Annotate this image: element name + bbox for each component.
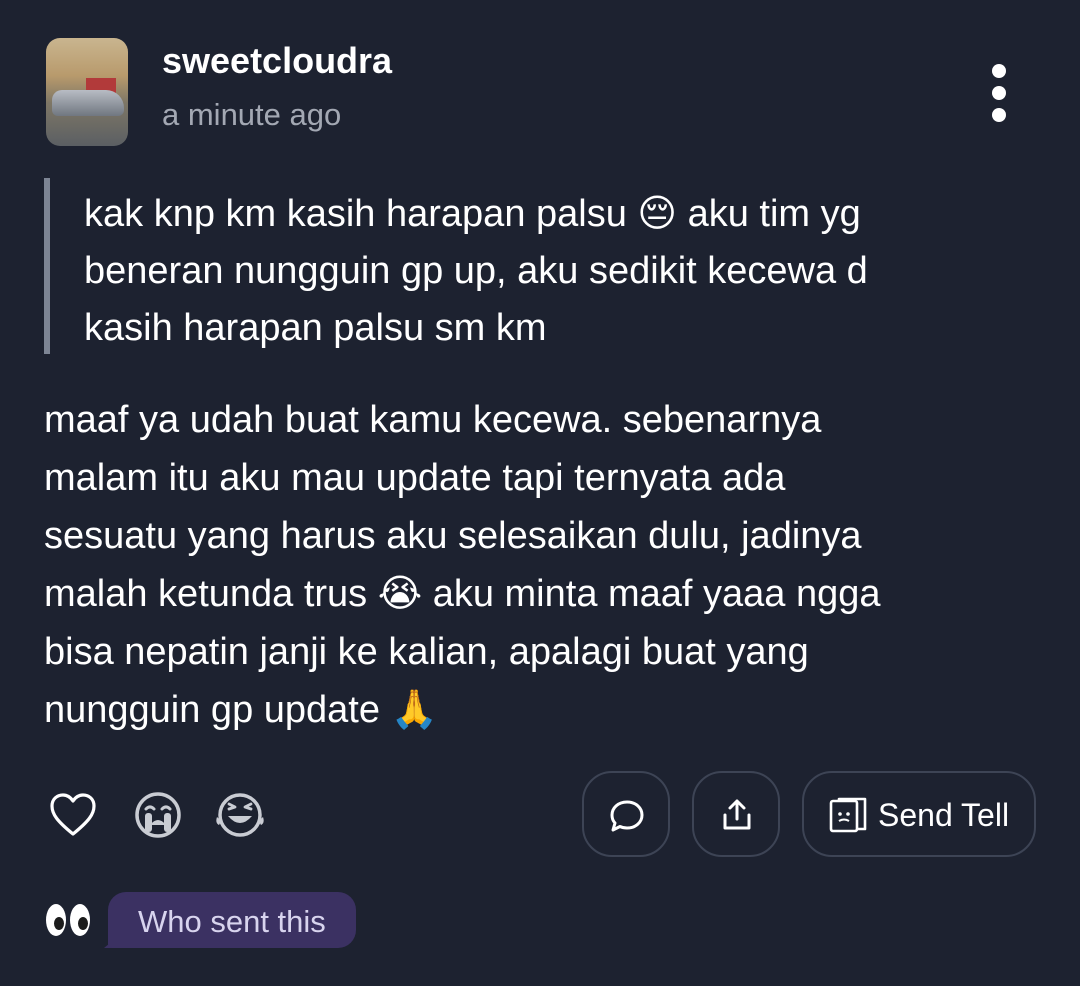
laughing-face-icon[interactable] bbox=[214, 790, 264, 840]
heart-icon[interactable] bbox=[48, 790, 98, 840]
who-sent-this-button[interactable]: Who sent this bbox=[108, 892, 356, 948]
eyes-icon bbox=[46, 904, 92, 938]
comment-button[interactable] bbox=[582, 771, 670, 857]
send-tell-button[interactable]: Send Tell bbox=[802, 771, 1036, 857]
who-sent-this-label: Who sent this bbox=[138, 904, 326, 939]
avatar[interactable] bbox=[46, 38, 128, 146]
comment-bubble-icon bbox=[610, 800, 644, 832]
timestamp: a minute ago bbox=[162, 97, 342, 132]
more-options-icon[interactable] bbox=[984, 64, 1014, 124]
quote-bar bbox=[44, 178, 50, 354]
tell-card-icon bbox=[829, 797, 867, 833]
question-block: kak knp km kasih harapan palsu 😔 aku tim… bbox=[44, 178, 1034, 354]
send-tell-label: Send Tell bbox=[878, 797, 1010, 833]
share-button[interactable] bbox=[692, 771, 780, 857]
crying-face-icon[interactable] bbox=[133, 790, 183, 840]
share-upload-icon bbox=[723, 799, 751, 830]
answer-text: maaf ya udah buat kamu kecewa. sebenarny… bbox=[44, 399, 881, 731]
username[interactable]: sweetcloudra bbox=[162, 40, 392, 82]
avatar-car-detail bbox=[52, 90, 124, 116]
question-text: kak knp km kasih harapan palsu 😔 aku tim… bbox=[84, 193, 868, 349]
